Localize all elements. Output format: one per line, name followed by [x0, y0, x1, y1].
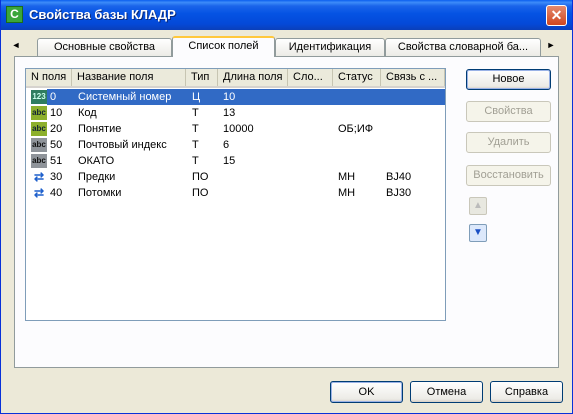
help-button[interactable]: Справка — [490, 381, 563, 403]
cell-link — [386, 137, 444, 153]
cell-length — [223, 169, 288, 185]
col-header-status[interactable]: Статус — [333, 69, 381, 86]
move-down-icon[interactable]: ▼ — [469, 224, 487, 242]
new-button[interactable]: Новое — [466, 69, 551, 90]
tab-strip: ◄ Основные свойства Список полей Идентиф… — [7, 36, 567, 57]
cell-n: 50 — [50, 139, 63, 151]
app-icon: C — [6, 6, 23, 23]
cell-length: 10000 — [223, 123, 254, 135]
tab-panel: N поля Название поля Тип Длина поля Сло.… — [14, 56, 559, 368]
cell-status — [338, 89, 381, 105]
dialog-window: C Свойства базы КЛАДР ✕ ◄ Основные свойс… — [0, 0, 573, 414]
cell-status — [338, 153, 381, 169]
cell-name: Понятие — [78, 123, 122, 135]
cell-link: BJ30 — [386, 187, 412, 199]
cell-name: ОКАТО — [78, 155, 115, 167]
cell-type: ПО — [192, 171, 209, 183]
cell-slo — [293, 89, 333, 105]
table-row[interactable]: abc 20 Понятие Т 10000 ОБ;ИФ — [26, 121, 445, 137]
cell-name: Код — [78, 107, 97, 119]
list-header: N поля Название поля Тип Длина поля Сло.… — [26, 69, 445, 88]
cell-n: 10 — [50, 107, 63, 119]
cell-slo — [293, 137, 333, 153]
cell-type: Т — [192, 123, 199, 135]
col-header-name[interactable]: Название поля — [72, 69, 186, 86]
cell-length: 13 — [223, 107, 236, 119]
properties-button[interactable]: Свойства — [466, 101, 551, 122]
cell-status — [338, 105, 381, 121]
tab-dictionary-properties[interactable]: Свойства словарной ба... — [385, 38, 541, 56]
col-header-link[interactable]: Связь с ... — [381, 69, 445, 86]
tab-scroll-right-icon[interactable]: ► — [544, 38, 558, 52]
cell-type: Т — [192, 107, 199, 119]
cell-slo — [293, 153, 333, 169]
cancel-button[interactable]: Отмена — [410, 381, 483, 403]
col-header-type[interactable]: Тип — [186, 69, 218, 86]
move-up-icon[interactable]: ▲ — [469, 197, 487, 215]
cell-slo — [293, 169, 333, 185]
fields-list[interactable]: N поля Название поля Тип Длина поля Сло.… — [25, 68, 446, 321]
cell-length: 6 — [223, 139, 230, 151]
table-row[interactable]: abc 10 Код Т 13 — [26, 105, 445, 121]
cell-status: МН — [338, 171, 356, 183]
numeric-field-icon: 123 — [31, 90, 47, 104]
col-header-length[interactable]: Длина поля — [218, 69, 288, 86]
cell-n: 0 — [50, 91, 57, 103]
link-field-icon: ⇄ — [31, 170, 47, 184]
table-row[interactable]: abc 51 ОКАТО Т 15 — [26, 153, 445, 169]
cell-name: Системный номер — [78, 91, 172, 103]
delete-button[interactable]: Удалить — [466, 132, 551, 153]
col-header-slo[interactable]: Сло... — [288, 69, 333, 86]
tab-identification[interactable]: Идентификация — [275, 38, 385, 56]
cell-n: 30 — [50, 171, 63, 183]
cell-type: Т — [192, 139, 199, 151]
cell-status — [338, 137, 381, 153]
cell-name: Предки — [78, 171, 116, 183]
cell-n: 20 — [50, 123, 63, 135]
cell-link: BJ40 — [386, 171, 412, 183]
window-title: Свойства базы КЛАДР — [29, 7, 176, 22]
cell-length: 15 — [223, 155, 236, 167]
text-field-icon: abc — [31, 154, 47, 168]
tab-scroll-left-icon[interactable]: ◄ — [9, 38, 23, 52]
link-field-icon: ⇄ — [31, 186, 47, 200]
title-bar[interactable]: C Свойства базы КЛАДР ✕ — [1, 0, 572, 30]
close-button[interactable]: ✕ — [546, 5, 567, 26]
table-row[interactable]: 123 0 Системный номер Ц 10 — [26, 89, 445, 105]
cell-name: Потомки — [78, 187, 122, 199]
cell-type: Ц — [192, 91, 201, 103]
cell-slo — [293, 105, 333, 121]
table-row[interactable]: abc 50 Почтовый индекс Т 6 — [26, 137, 445, 153]
cell-slo — [293, 185, 333, 201]
cell-type: Т — [192, 155, 199, 167]
ok-button[interactable]: OK — [330, 381, 403, 403]
text-field-icon: abc — [31, 138, 47, 152]
cell-length — [223, 185, 288, 201]
cell-length: 10 — [223, 91, 236, 103]
cell-status: ОБ;ИФ — [338, 123, 374, 135]
cell-link — [386, 89, 444, 105]
text-field-icon: abc — [31, 106, 47, 120]
cell-type: ПО — [192, 187, 209, 199]
table-row[interactable]: ⇄ 30 Предки ПО МН BJ40 — [26, 169, 445, 185]
col-header-n[interactable]: N поля — [26, 69, 72, 86]
tab-main-properties[interactable]: Основные свойства — [37, 38, 172, 56]
restore-button[interactable]: Восстановить — [466, 165, 551, 186]
cell-link — [386, 105, 444, 121]
cell-n: 51 — [50, 155, 63, 167]
tab-field-list[interactable]: Список полей — [172, 36, 275, 57]
text-field-icon: abc — [31, 122, 47, 136]
cell-status: МН — [338, 187, 356, 199]
cell-n: 40 — [50, 187, 63, 199]
cell-slo — [293, 121, 333, 137]
cell-name: Почтовый индекс — [78, 139, 167, 151]
table-row[interactable]: ⇄ 40 Потомки ПО МН BJ30 — [26, 185, 445, 201]
cell-link — [386, 153, 444, 169]
cell-link — [386, 121, 444, 137]
